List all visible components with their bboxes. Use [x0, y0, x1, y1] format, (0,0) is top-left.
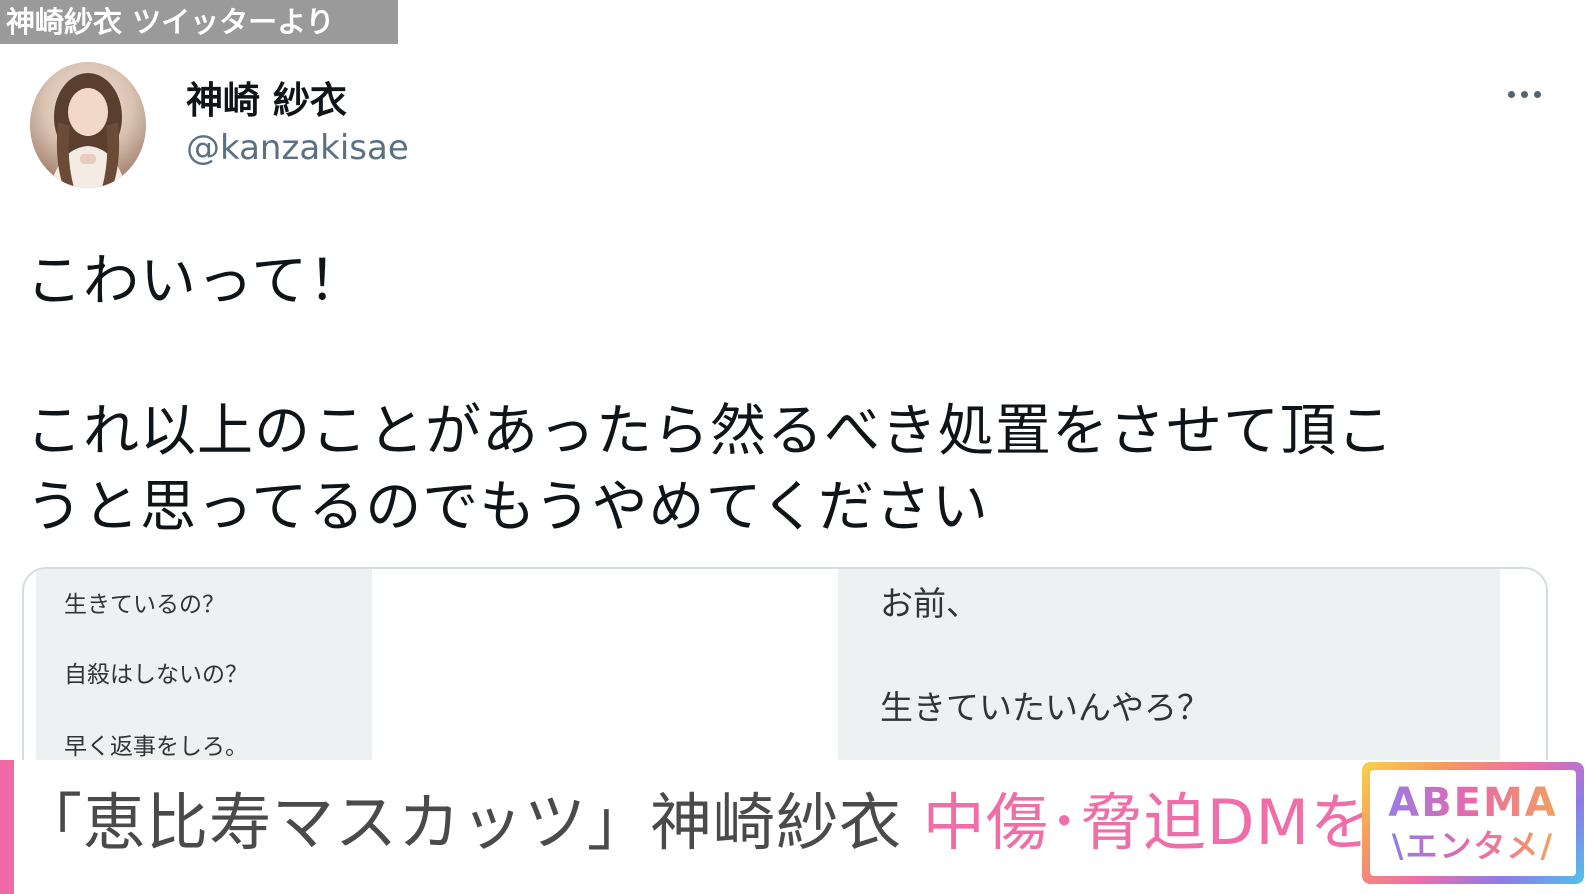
news-caption: 「恵比寿マスカッツ」神崎紗衣 中傷･脅迫DMを公開 — [20, 772, 1499, 862]
dm-message: 自殺はしないの？ — [64, 662, 248, 688]
more-horizontal-icon — [1520, 90, 1528, 98]
logo-wordmark: ABEMA — [1388, 780, 1558, 826]
user-handle[interactable]: @kanzakisae — [186, 128, 409, 168]
more-horizontal-icon — [1507, 90, 1515, 98]
source-tag: 神崎紗衣 ツイッターより — [0, 0, 398, 44]
abema-logo: ABEMA \エンタメ/ — [1362, 762, 1584, 884]
dm-message: 早く返事をしろ。 — [64, 734, 248, 760]
avatar[interactable] — [30, 62, 146, 188]
avatar-photo — [50, 73, 126, 188]
caption-accent — [0, 760, 14, 894]
tweet-text-line: これ以上のことがあったら然るべき処置をさせて頂こ — [26, 399, 1394, 464]
dm-message: お前、 — [880, 584, 979, 623]
more-horizontal-icon — [1533, 90, 1541, 98]
caption-title: 「恵比寿マスカッツ」神崎紗衣 — [20, 786, 903, 859]
logo-subtitle: \エンタメ/ — [1391, 827, 1555, 865]
dm-message: 生きているの？ — [64, 592, 225, 618]
tweet-text-line: うと思ってるのでもうやめてください — [26, 475, 989, 540]
tweet-text-line: こわいって！ — [26, 249, 366, 314]
display-name[interactable]: 神崎 紗衣 — [186, 70, 347, 124]
more-options-button[interactable] — [1494, 74, 1554, 114]
dm-message: 生きていたいんやろ？ — [880, 688, 1210, 727]
